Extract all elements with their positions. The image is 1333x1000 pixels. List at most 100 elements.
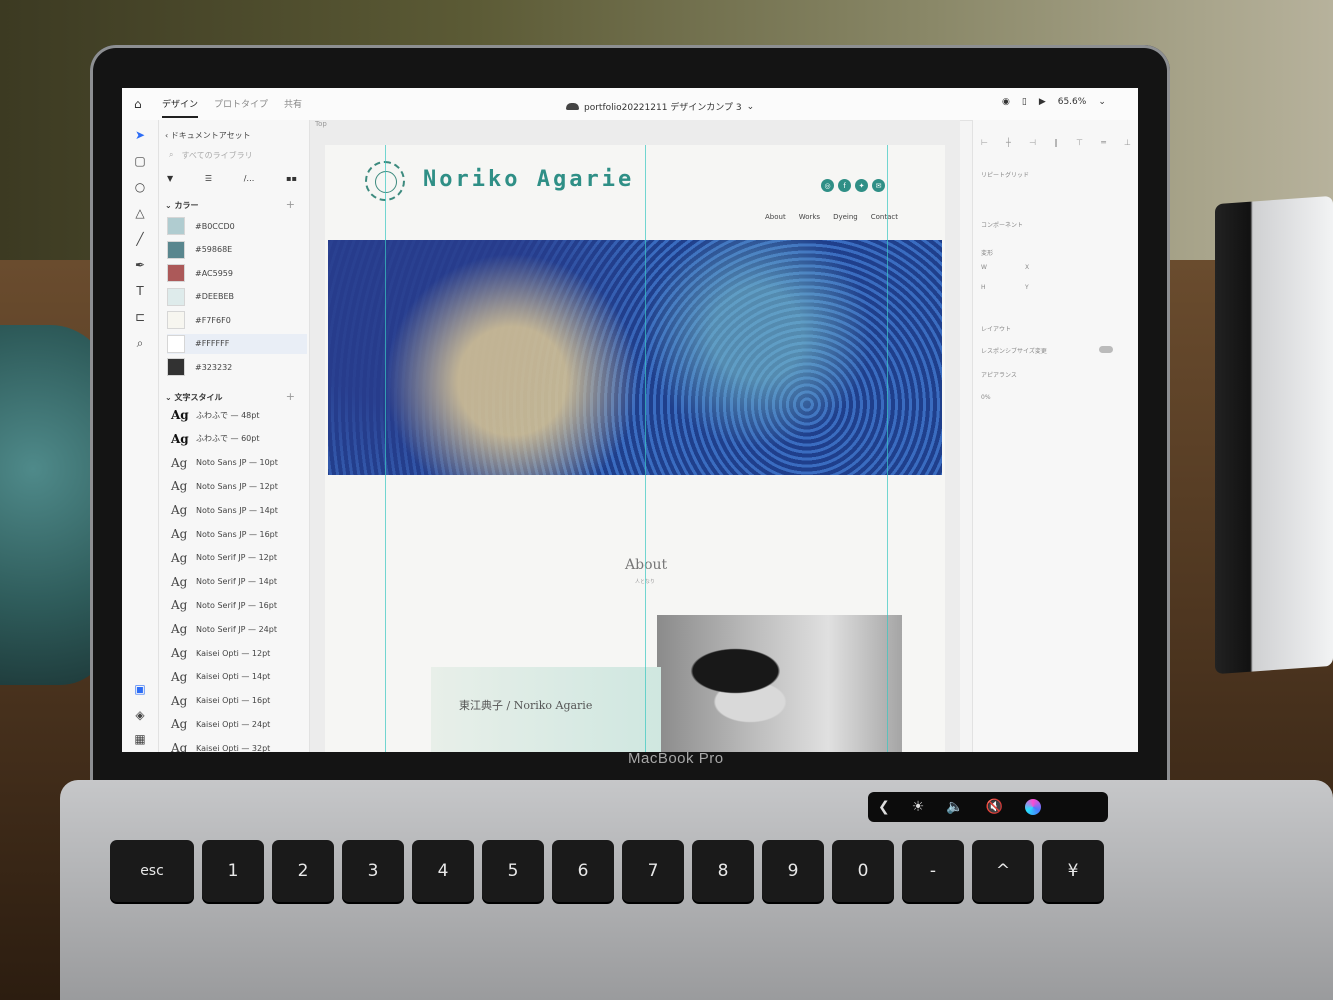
- color-swatch-row[interactable]: #DEEBEB: [167, 287, 307, 307]
- artboard-tool-icon[interactable]: ⊏: [133, 310, 147, 324]
- text-style-row[interactable]: Ag ふわふで — 60pt: [171, 432, 301, 446]
- line-tool-icon[interactable]: ╱: [133, 232, 147, 246]
- mail-icon[interactable]: ✉: [872, 179, 885, 192]
- nav-dyeing[interactable]: Dyeing: [833, 213, 858, 221]
- artboard-label[interactable]: Top: [315, 120, 327, 128]
- color-swatch-row[interactable]: #FFFFFF: [167, 333, 307, 354]
- color-swatch-row[interactable]: #AC5959: [167, 263, 307, 283]
- facebook-icon[interactable]: f: [838, 179, 851, 192]
- zoom-chevron-icon[interactable]: ⌄: [1098, 97, 1106, 107]
- color-swatch[interactable]: [167, 311, 185, 329]
- text-style-row[interactable]: Ag Noto Serif JP — 16pt: [171, 598, 301, 612]
- key-7[interactable]: 7: [622, 840, 684, 902]
- text-style-row[interactable]: Ag Noto Serif JP — 12pt: [171, 551, 301, 565]
- rectangle-tool-icon[interactable]: ▢: [133, 154, 147, 168]
- align-center-icon[interactable]: ┼: [1006, 138, 1011, 147]
- home-icon[interactable]: ⌂: [134, 97, 142, 111]
- text-style-row[interactable]: Ag Noto Sans JP — 16pt: [171, 527, 301, 541]
- key-8[interactable]: 8: [692, 840, 754, 902]
- key-1[interactable]: 1: [202, 840, 264, 902]
- key-minus[interactable]: -: [902, 840, 964, 902]
- key-5[interactable]: 5: [482, 840, 544, 902]
- text-style-row[interactable]: Ag Kaisei Opti — 12pt: [171, 646, 301, 660]
- text-style-row[interactable]: Ag Noto Sans JP — 10pt: [171, 456, 301, 470]
- color-swatch-row[interactable]: #59868E: [167, 240, 307, 260]
- align-middle-icon[interactable]: ═: [1101, 138, 1106, 147]
- key-3[interactable]: 3: [342, 840, 404, 902]
- colors-section-title[interactable]: ⌄ カラー: [165, 200, 199, 211]
- key-9[interactable]: 9: [762, 840, 824, 902]
- text-style-row[interactable]: Ag Kaisei Opti — 32pt: [171, 741, 301, 752]
- plugins-icon[interactable]: ▦: [133, 732, 147, 746]
- color-swatch-row[interactable]: #323232: [167, 357, 307, 377]
- responsive-resize-toggle[interactable]: [1099, 346, 1113, 353]
- color-swatch[interactable]: [167, 217, 185, 235]
- select-tool-icon[interactable]: ➤: [133, 128, 147, 142]
- layers-icon[interactable]: ◈: [133, 708, 147, 722]
- key-6[interactable]: 6: [552, 840, 614, 902]
- touchbar-back-icon[interactable]: ❮: [878, 799, 890, 815]
- key-4[interactable]: 4: [412, 840, 474, 902]
- text-style-row[interactable]: Ag Noto Sans JP — 12pt: [171, 479, 301, 493]
- nav-contact[interactable]: Contact: [871, 213, 898, 221]
- key-2[interactable]: 2: [272, 840, 334, 902]
- play-icon[interactable]: ▶: [1039, 97, 1046, 107]
- text-style-row[interactable]: Ag Noto Sans JP — 14pt: [171, 503, 301, 517]
- align-top-icon[interactable]: ⊤: [1076, 138, 1083, 147]
- touch-bar[interactable]: ❮ ☀ 🔈 🔇: [868, 792, 1108, 822]
- touchbar-mute-icon[interactable]: 🔇: [986, 799, 1003, 815]
- text-style-row[interactable]: Ag Kaisei Opti — 16pt: [171, 694, 301, 708]
- ellipse-tool-icon[interactable]: ○: [133, 180, 147, 194]
- key-0[interactable]: 0: [832, 840, 894, 902]
- site-name[interactable]: Noriko Agarie: [423, 167, 634, 192]
- align-bottom-icon[interactable]: ⊥: [1124, 138, 1131, 147]
- color-swatch[interactable]: [167, 287, 185, 306]
- pen-tool-icon[interactable]: ✒: [133, 258, 147, 272]
- color-swatch[interactable]: [167, 240, 185, 259]
- name-card[interactable]: 東江典子 / Noriko Agarie: [431, 667, 661, 752]
- text-styles-section-title[interactable]: ⌄ 文字スタイル: [165, 392, 223, 403]
- list-view-icon[interactable]: /…: [244, 174, 255, 183]
- touchbar-brightness-icon[interactable]: ☀: [912, 799, 925, 815]
- assets-header[interactable]: ‹ ドキュメントアセット: [165, 130, 251, 141]
- text-style-row[interactable]: Ag Noto Serif JP — 14pt: [171, 575, 301, 589]
- text-style-row[interactable]: Ag Kaisei Opti — 24pt: [171, 717, 301, 731]
- add-text-style-icon[interactable]: +: [286, 390, 295, 403]
- color-swatch[interactable]: [167, 264, 185, 282]
- assets-panel-icon[interactable]: ▣: [133, 682, 147, 696]
- tab-prototype[interactable]: プロトタイプ: [214, 97, 268, 118]
- align-left-icon[interactable]: ⊢: [981, 138, 988, 147]
- zoom-level[interactable]: 65.6%: [1058, 97, 1087, 107]
- about-heading[interactable]: About: [625, 557, 667, 573]
- filter-icon[interactable]: ▼: [167, 174, 173, 183]
- align-right-icon[interactable]: ⊣: [1029, 138, 1036, 147]
- sort-icon[interactable]: ☰: [205, 174, 212, 183]
- grid-view-icon[interactable]: ▪▪: [286, 174, 297, 183]
- twitter-icon[interactable]: ✦: [855, 179, 868, 192]
- polygon-tool-icon[interactable]: △: [133, 206, 147, 220]
- distribute-icon[interactable]: ‖: [1054, 138, 1058, 147]
- touchbar-volume-icon[interactable]: 🔈: [946, 799, 963, 815]
- zoom-tool-icon[interactable]: ⌕: [133, 336, 147, 351]
- design-canvas[interactable]: Top Noriko Agarie ◎ f ✦ ✉ About Works Dy…: [310, 120, 960, 752]
- add-color-icon[interactable]: +: [286, 198, 295, 211]
- text-tool-icon[interactable]: T: [133, 284, 147, 298]
- repeat-grid-button[interactable]: リピートグリッド: [981, 170, 1029, 179]
- text-style-row[interactable]: Ag Noto Serif JP — 24pt: [171, 622, 301, 636]
- color-swatch[interactable]: [167, 334, 185, 353]
- tab-design[interactable]: デザイン: [162, 97, 199, 118]
- color-swatch-row[interactable]: #B0CCD0: [167, 216, 307, 236]
- opacity-value[interactable]: 0%: [981, 394, 991, 401]
- profile-photo[interactable]: [657, 615, 902, 752]
- device-preview-icon[interactable]: ▯: [1022, 97, 1027, 107]
- text-style-row[interactable]: Ag ふわふで — 48pt: [171, 408, 301, 422]
- document-title[interactable]: portfolio20221211 デザインカンプ 3 ⌄: [566, 100, 754, 113]
- key-yen[interactable]: ¥: [1042, 840, 1104, 902]
- siri-icon[interactable]: [1025, 799, 1042, 815]
- key-esc[interactable]: esc: [110, 840, 194, 902]
- instagram-icon[interactable]: ◎: [821, 179, 834, 192]
- nav-about[interactable]: About: [765, 213, 786, 221]
- library-search[interactable]: ⌕ すべてのライブラリ: [169, 148, 297, 162]
- artboard-top[interactable]: Noriko Agarie ◎ f ✦ ✉ About Works Dyeing…: [325, 145, 945, 752]
- key-caret[interactable]: ^: [972, 840, 1034, 902]
